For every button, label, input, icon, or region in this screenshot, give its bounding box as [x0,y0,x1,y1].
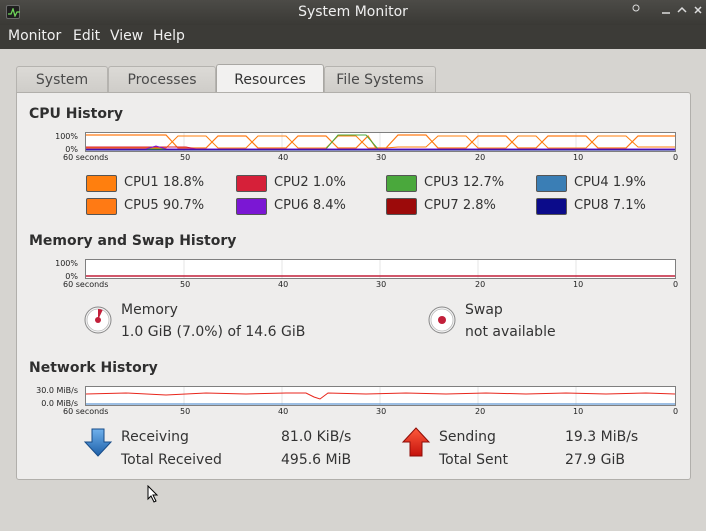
network-y-top-label: 30.0 MiB/s [36,386,78,395]
memory-y-top-label: 100% [55,259,78,268]
tab-processes[interactable]: Processes [108,66,216,92]
tab-resources[interactable]: Resources [216,64,324,92]
cpu4-value: 1.9% [612,175,646,190]
menu-edit[interactable]: Edit [73,28,100,44]
cpu6-color-swatch[interactable] [236,198,267,215]
cpu6-label: CPU6 [274,198,309,213]
menu-help[interactable]: Help [153,28,185,44]
memory-swap-history-title: Memory and Swap History [29,233,237,249]
swap-value: not available [465,324,556,340]
cpu-x-label-10: 10 [573,153,584,162]
network-history-graph [85,386,676,406]
total-received-value: 495.6 MiB [281,452,352,468]
resources-panel: CPU History 100% 0% 60 seconds 50 40 30 … [16,92,691,503]
network-x-label-60: 60 seconds [63,407,109,416]
swap-label: Swap [465,302,503,318]
tab-file-systems[interactable]: File Systems [324,66,436,92]
cpu8-label: CPU8 [574,198,609,213]
cpu-x-label-0: 0 [673,153,679,162]
network-x-label-40: 40 [278,407,289,416]
receiving-arrow-icon[interactable] [83,428,113,462]
memory-history-chart [86,260,675,278]
receiving-value: 81.0 KiB/s [281,429,352,445]
cpu-y-top-label: 100% [55,132,78,141]
total-received-label: Total Received [121,452,222,468]
network-x-label-50: 50 [180,407,191,416]
cpu8-color-swatch[interactable] [536,198,567,215]
tab-bar: System Processes Resources File Systems [16,64,691,92]
cpu7-color-swatch[interactable] [386,198,417,215]
mouse-cursor-icon [147,484,161,507]
cpu-x-label-60: 60 seconds [63,153,109,162]
memory-x-label-40: 40 [278,280,289,289]
cpu-x-label-40: 40 [278,153,289,162]
cpu7-value: 2.8% [462,198,496,213]
swap-pie-icon[interactable] [427,305,457,339]
cpu7-label: CPU7 [424,198,459,213]
cpu3-value: 12.7% [462,175,505,190]
sending-arrow-icon[interactable] [401,427,431,461]
cpu2-value: 1.0% [312,175,346,190]
cpu5-color-swatch[interactable] [86,198,117,215]
memory-pie-icon[interactable] [83,305,113,339]
menu-bar: Monitor Edit View Help [0,25,706,49]
cpu2-color-swatch[interactable] [236,175,267,192]
network-x-label-10: 10 [573,407,584,416]
cpu-x-label-30: 30 [376,153,387,162]
memory-x-label-0: 0 [673,280,679,289]
cpu-history-title: CPU History [29,106,123,122]
system-monitor-window: System Monitor Monitor Edit View Help Sy… [0,0,706,531]
cpu3-color-swatch[interactable] [386,175,417,192]
cpu1-label: CPU1 [124,175,159,190]
cpu-x-label-20: 20 [475,153,486,162]
network-x-label-20: 20 [475,407,486,416]
menu-monitor[interactable]: Monitor [8,28,61,44]
title-bar: System Monitor [0,0,706,25]
main-content: System Processes Resources File Systems … [0,49,706,531]
total-sent-value: 27.9 GiB [565,452,625,468]
memory-label: Memory [121,302,178,318]
memory-x-label-50: 50 [180,280,191,289]
cpu-history-chart [86,133,675,151]
cpu8-value: 7.1% [612,198,646,213]
close-icon[interactable] [689,4,706,20]
sending-label: Sending [439,429,496,445]
cpu1-value: 18.8% [162,175,205,190]
cpu5-label: CPU5 [124,198,159,213]
sending-value: 19.3 MiB/s [565,429,639,445]
network-history-chart [85,387,676,405]
memory-value: 1.0 GiB (7.0%) of 14.6 GiB [121,324,306,340]
memory-x-label-10: 10 [573,280,584,289]
network-x-label-30: 30 [376,407,387,416]
cpu3-label: CPU3 [424,175,459,190]
cpu-x-label-50: 50 [180,153,191,162]
total-sent-label: Total Sent [439,452,509,468]
memory-x-label-20: 20 [475,280,486,289]
menu-view[interactable]: View [110,28,143,44]
cpu2-label: CPU2 [274,175,309,190]
cpu5-value: 90.7% [162,198,205,213]
cpu6-value: 8.4% [312,198,346,213]
network-history-title: Network History [29,360,158,376]
receiving-label: Receiving [121,429,189,445]
memory-x-label-60: 60 seconds [63,280,109,289]
cpu4-label: CPU4 [574,175,609,190]
tab-system[interactable]: System [16,66,108,92]
cpu1-color-swatch[interactable] [86,175,117,192]
memory-x-label-30: 30 [376,280,387,289]
cpu-history-graph [85,132,676,152]
window-title: System Monitor [298,4,408,20]
memory-history-graph [85,259,676,279]
cpu4-color-swatch[interactable] [536,175,567,192]
network-x-label-0: 0 [673,407,679,416]
window-menu-icon[interactable] [627,2,645,18]
